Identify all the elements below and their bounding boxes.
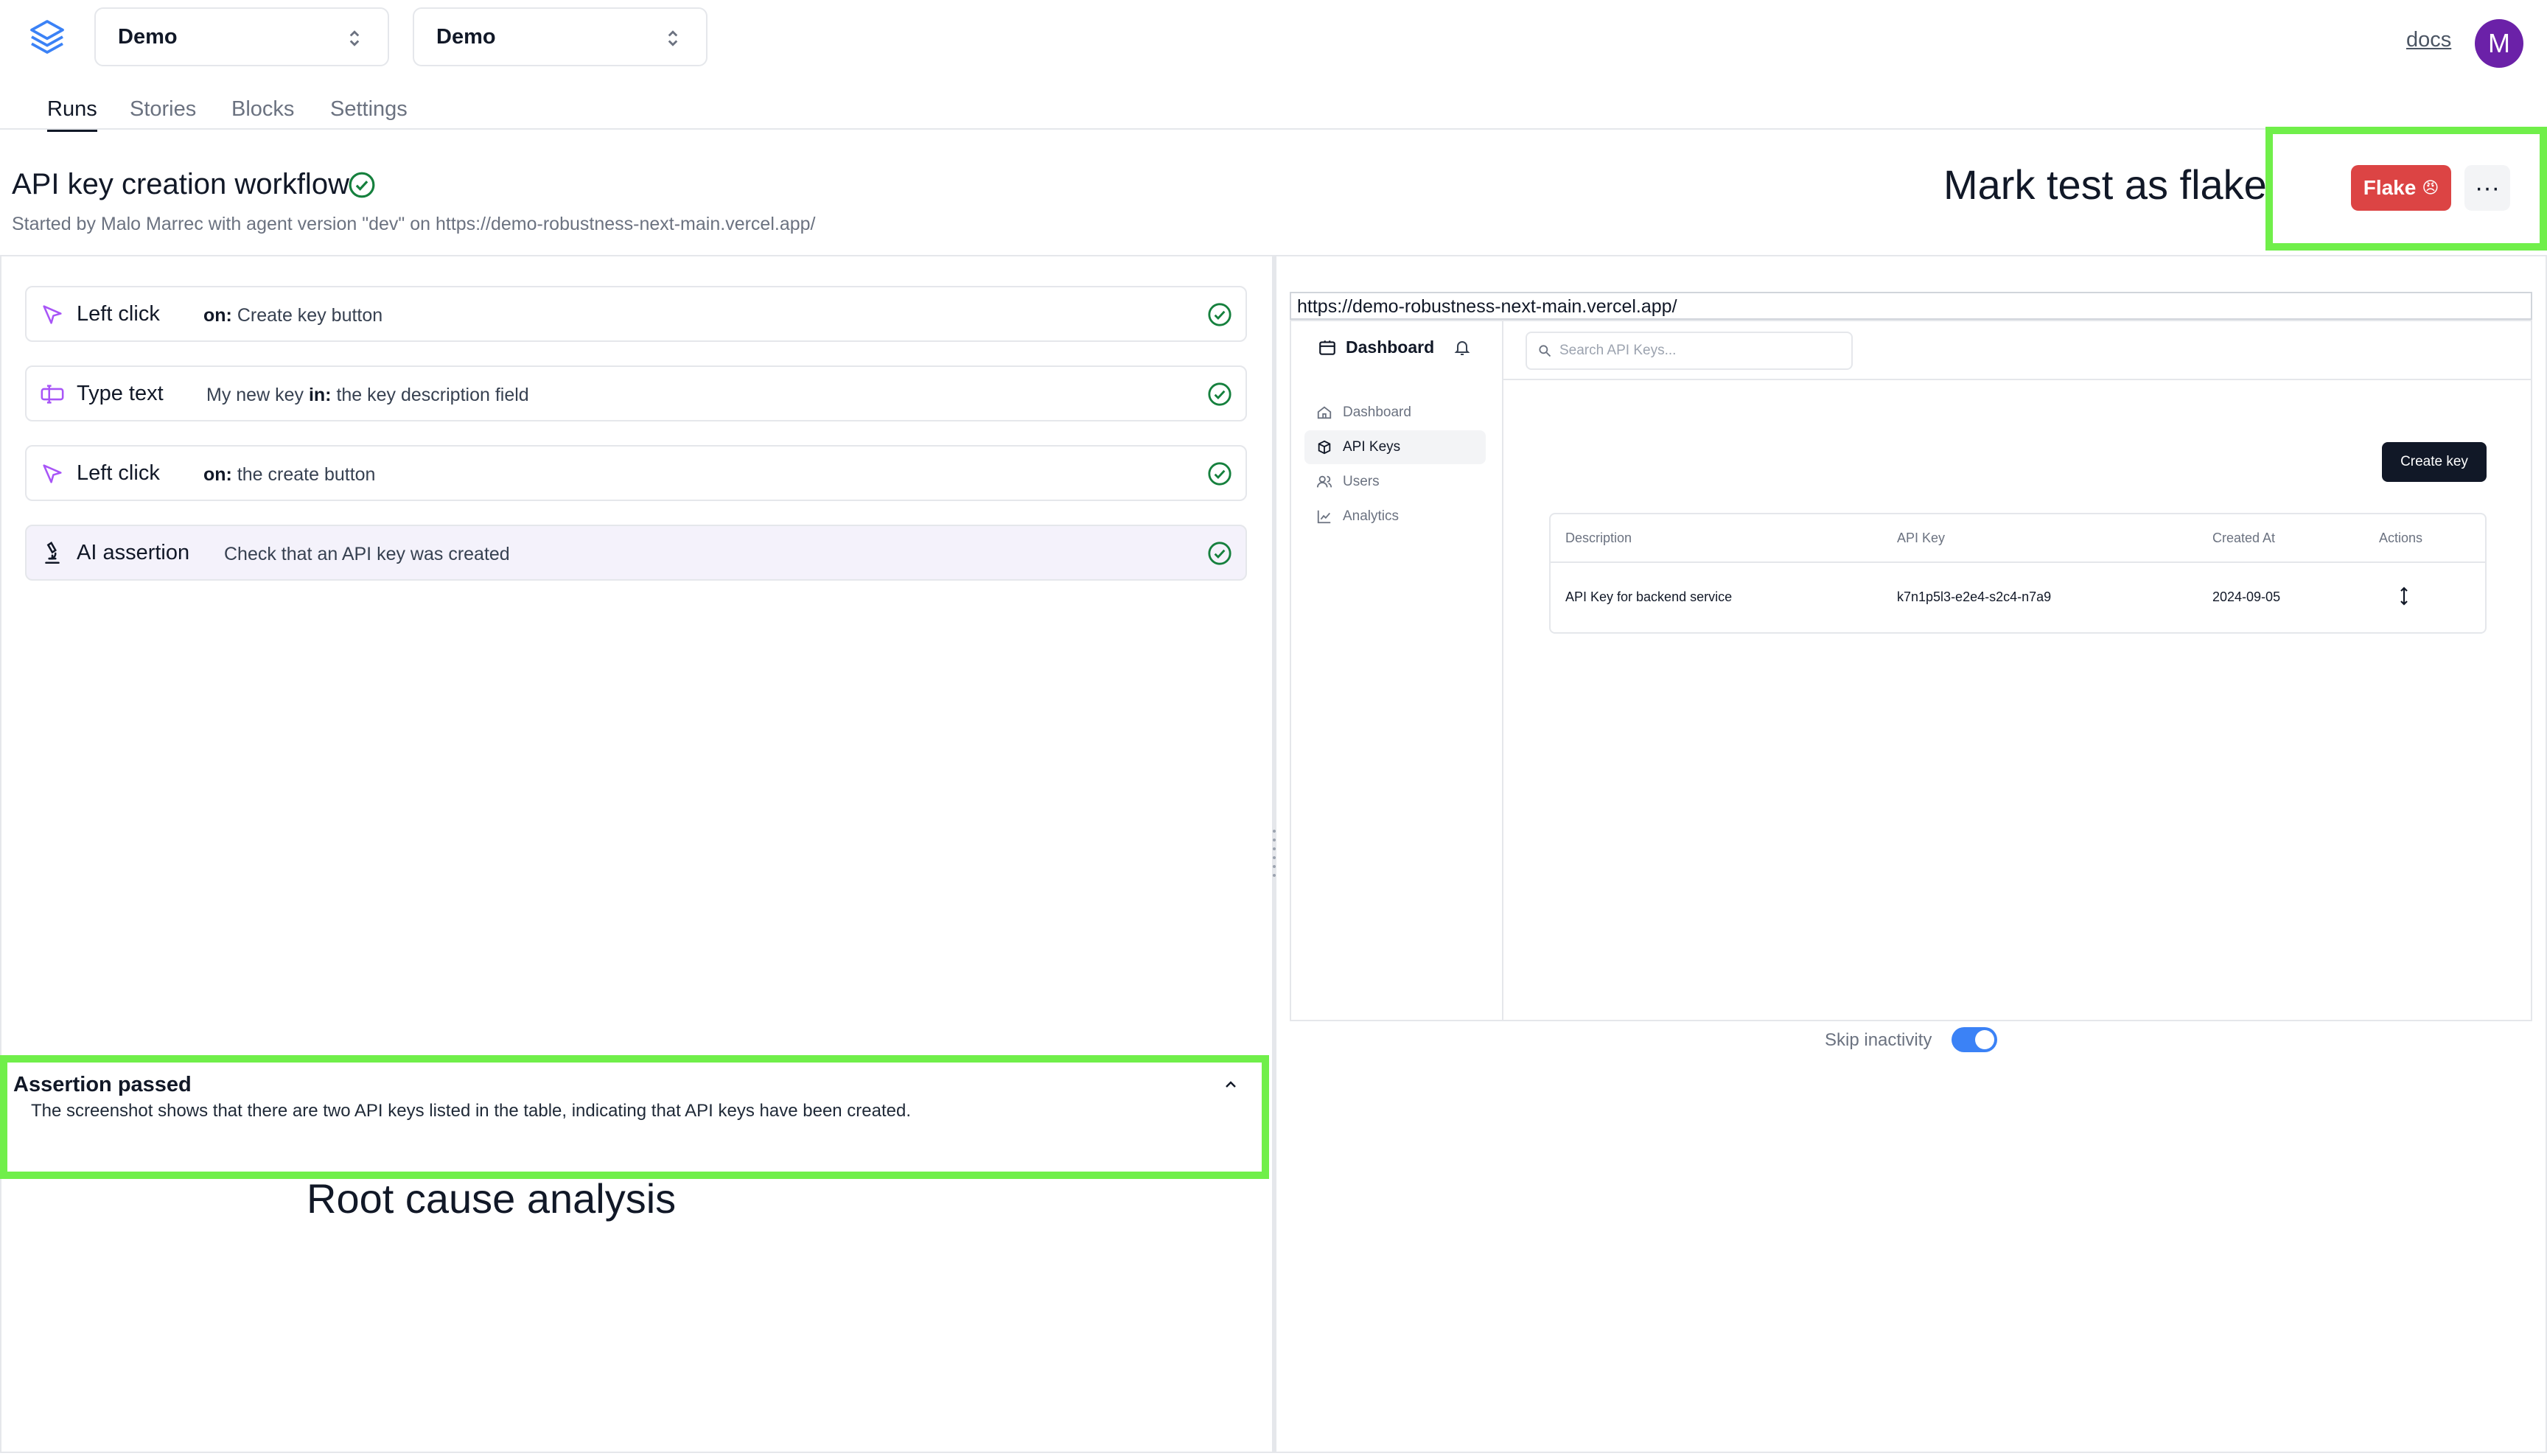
table-header: Description [1565,531,1632,545]
replay-create-key-button: Create key [2382,442,2487,482]
angry-face-icon: 😠 [2422,178,2439,197]
chevron-up-icon[interactable] [1222,1076,1240,1093]
environment-select-value: Demo [436,24,496,49]
ellipsis-icon: ··· [2475,173,2500,202]
step-item[interactable]: Type text My new key in: the key descrip… [25,365,1247,421]
cursor-click-icon [43,464,62,483]
replay-nav-users: Users [1304,465,1486,499]
check-circle-icon [1208,382,1231,406]
chevron-up-down-icon [668,30,678,46]
tab-blocks[interactable]: Blocks [231,97,294,122]
skip-inactivity-toggle[interactable] [1952,1027,1997,1052]
replay-header-divider [1503,379,2532,380]
step-value: Check that an API key was created [224,544,510,564]
top-bar: Demo Demo docs M [0,0,2547,74]
environment-select[interactable]: Demo [413,7,708,66]
step-value: My new key [206,385,304,405]
replay-nav-label: Analytics [1343,508,1400,524]
table-header: Created At [2212,531,2276,545]
more-options-button[interactable]: ··· [2464,165,2510,211]
line-chart-icon [1317,510,1331,524]
skip-inactivity-label: Skip inactivity [1825,1030,1932,1050]
replay-api-keys-table: Description API Key Created At Actions A… [1549,513,2487,634]
main-tabs: Runs Stories Blocks Settings [0,88,2547,132]
annotation-root-cause-note: Root cause analysis [307,1175,677,1222]
run-title: API key creation workflow [12,168,349,200]
search-icon [1539,345,1551,357]
flake-button[interactable]: Flake 😠 [2351,165,2451,211]
replay-nav-analytics: Analytics [1304,500,1486,533]
table-cell: 2024-09-05 [2212,589,2281,604]
docs-link[interactable]: docs [2406,28,2451,52]
step-item[interactable]: Left click on: the create button [25,445,1247,501]
tab-runs[interactable]: Runs [47,97,97,132]
replay-nav-label: Users [1343,474,1380,489]
table-header-row [1551,514,2485,563]
bell-icon [1454,341,1470,355]
step-prep: in: [308,385,332,405]
avatar-initial: M [2488,28,2510,58]
run-subtitle: Started by Malo Marrec with agent versio… [12,214,816,234]
step-action: Left click [77,461,160,485]
replay-url-bar: https://demo-robustness-next-main.vercel… [1290,292,2532,320]
step-action: Left click [77,302,160,326]
package-icon [1319,340,1335,355]
replay-nav-label: API Keys [1343,439,1401,455]
check-circle-icon [1208,542,1231,565]
step-item[interactable]: Left click on: Create key button [25,286,1247,342]
chevron-up-down-icon [349,30,360,46]
step-target: the key description field [336,385,529,405]
assertion-title: Assertion passed [13,1073,192,1096]
cursor-click-icon [43,305,62,324]
replay-nav-label: Dashboard [1343,405,1411,420]
annotation-flake-note: Mark test as flake [1943,161,2267,208]
replay-nav-api-keys: API Keys [1304,430,1486,464]
check-circle-icon [1208,303,1231,326]
assertion-text: The screenshot shows that there are two … [31,1101,912,1121]
step-prep: on: [203,464,232,485]
step-prep: on: [203,305,232,326]
project-select[interactable]: Demo [94,7,389,66]
table-header: API Key [1897,531,1946,545]
step-action: Type text [77,382,164,405]
home-icon [1317,406,1332,419]
step-target: the create button [237,464,376,485]
replay-search-placeholder: Search API Keys... [1559,343,1677,358]
users-icon [1316,475,1332,488]
tab-stories[interactable]: Stories [130,97,196,122]
text-cursor-icon [41,385,64,404]
replay-search-input: Search API Keys... [1526,332,1853,370]
microscope-icon [45,542,60,564]
tab-settings[interactable]: Settings [330,97,408,122]
step-target: Create key button [237,305,383,326]
step-action: AI assertion [77,541,190,564]
table-cell: k7n1p5l3-e2e4-s2c4-n7a9 [1897,589,2052,604]
user-avatar[interactable]: M [2475,19,2523,68]
package-icon [1318,440,1331,455]
arrow-up-down-icon [2400,587,2408,606]
table-header: Actions [2379,531,2423,545]
table-cell: API Key for backend service [1565,589,1733,604]
steps-panel [0,255,1272,1453]
replay-brand-label: Dashboard [1346,337,1435,357]
check-circle-icon [1208,462,1231,486]
layers-logo-icon[interactable] [27,16,68,57]
replay-nav-dashboard: Dashboard [1304,396,1486,430]
flake-button-label: Flake [2363,176,2417,199]
step-item-selected[interactable]: AI assertion Check that an API key was c… [25,525,1247,581]
project-select-value: Demo [118,24,178,49]
replay-brand: Dashboard [1318,337,1434,357]
check-circle-icon [349,172,375,198]
